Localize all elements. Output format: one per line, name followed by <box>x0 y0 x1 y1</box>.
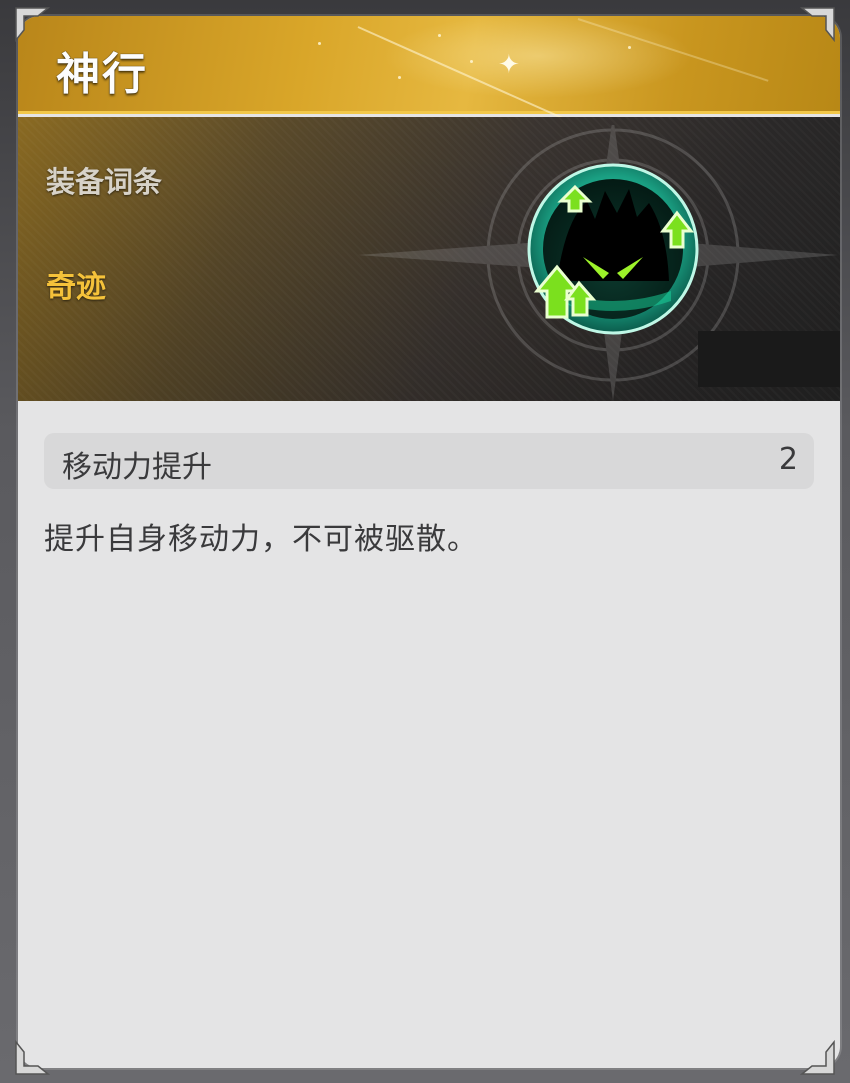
stat-row: 移动力提升 2 <box>44 433 814 489</box>
corner-ornament-icon <box>800 1040 835 1075</box>
stat-description: 提升自身移动力，不可被驱散。 <box>44 522 478 557</box>
banner-sparkle-dot <box>398 76 401 79</box>
banner-streak <box>577 18 769 82</box>
banner-sparkle-dot <box>318 42 321 45</box>
section-label: 装备词条 <box>46 165 163 199</box>
card-header: 装备词条 奇迹 <box>18 117 840 401</box>
header-shadow-strip <box>698 331 840 387</box>
corner-ornament-icon <box>800 7 835 42</box>
rarity-label: 奇迹 <box>46 270 106 305</box>
speed-up-emblem-icon <box>527 163 699 335</box>
stat-value: 2 <box>778 442 798 477</box>
banner-sparkle-dot <box>628 46 631 49</box>
title-banner: ✦ 神行 <box>18 16 840 163</box>
sparkle-icon: ✦ <box>498 50 520 80</box>
equipment-card: ✦ 神行 装备词条 奇迹 移动力提升 2 提升自身移动力，不可被驱散。 <box>18 16 840 1068</box>
panel-frame: ✦ 神行 装备词条 奇迹 移动力提升 2 提升自身移动力，不可被驱散。 <box>0 0 850 1083</box>
card-body: 移动力提升 2 提升自身移动力，不可被驱散。 <box>18 401 840 1068</box>
banner-sparkle-dot <box>470 60 473 63</box>
stat-name: 移动力提升 <box>62 450 212 485</box>
corner-ornament-icon <box>15 7 50 42</box>
banner-sparkle-dot <box>438 34 441 37</box>
corner-ornament-icon <box>15 1040 50 1075</box>
card-title: 神行 <box>56 49 148 100</box>
